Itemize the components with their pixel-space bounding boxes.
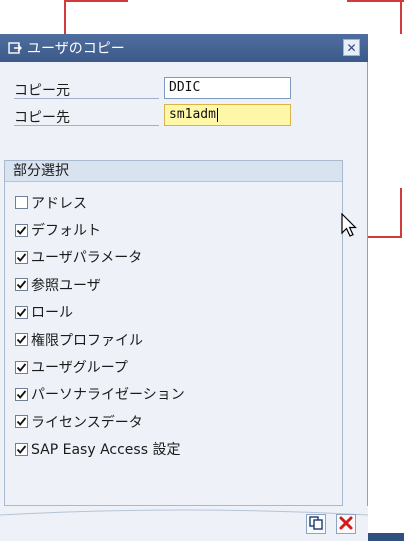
source-user-label: コピー元 <box>14 83 70 99</box>
checkbox-label: パーソナライゼーション <box>31 387 185 404</box>
dialog-titlebar[interactable]: ユーザのコピー ✕ <box>0 34 368 62</box>
close-icon: ✕ <box>346 40 357 55</box>
text-caret <box>216 107 218 122</box>
checkmark-icon <box>16 253 27 262</box>
source-user-row: コピー元 DDIC <box>14 77 354 101</box>
checkmark-icon <box>16 390 27 399</box>
checkbox-label: ロール <box>31 305 73 322</box>
mouse-cursor-icon <box>341 212 357 243</box>
target-user-input[interactable]: sm1adm <box>164 104 291 126</box>
checkbox-row[interactable]: ユーザグループ <box>15 353 185 380</box>
checkmark-icon <box>16 335 27 345</box>
dialog-footer <box>0 506 368 541</box>
checkbox[interactable] <box>15 278 28 292</box>
checkbox-row[interactable]: 権限プロファイル <box>15 326 185 353</box>
source-user-input[interactable]: DDIC <box>164 77 291 99</box>
checkmark-icon <box>16 226 27 235</box>
checkbox[interactable] <box>15 333 28 347</box>
target-user-value: sm1adm <box>169 107 216 122</box>
checkbox[interactable] <box>15 305 28 319</box>
checkbox-row[interactable]: ロール <box>15 299 185 326</box>
target-user-label: コピー先 <box>14 110 70 126</box>
dialog-title: ユーザのコピー <box>27 41 125 57</box>
checkbox[interactable] <box>15 223 28 237</box>
checkbox-label: SAP Easy Access 設定 <box>31 442 181 459</box>
close-button[interactable]: ✕ <box>343 39 360 56</box>
checkbox-label: 権限プロファイル <box>31 332 143 349</box>
label-underline <box>14 125 159 126</box>
checkmark-icon <box>16 362 27 372</box>
background-area <box>368 489 404 541</box>
cancel-button[interactable] <box>336 514 356 534</box>
checkbox-row[interactable]: パーソナライゼーション <box>15 381 185 408</box>
checkbox[interactable] <box>15 360 28 374</box>
annotation-line <box>400 188 402 238</box>
checkbox-label: ライセンスデータ <box>31 414 143 431</box>
checkmark-icon <box>16 417 27 427</box>
label-underline <box>14 98 159 99</box>
screen: ユーザのコピー ✕ コピー元 DDIC コピー先 sm1adm 部分選択 アドレ… <box>0 0 404 541</box>
checkbox-label: ユーザパラメータ <box>31 250 143 267</box>
checkbox[interactable] <box>15 250 28 264</box>
checkbox-label: 参照ユーザ <box>31 277 101 294</box>
checkbox[interactable] <box>15 387 28 401</box>
checkbox-row[interactable]: SAP Easy Access 設定 <box>15 436 185 463</box>
checkmark-icon <box>16 308 27 317</box>
dialog-window-icon <box>6 39 24 57</box>
checkbox[interactable] <box>15 196 28 210</box>
annotation-line <box>64 0 66 34</box>
checkbox-row[interactable]: 参照ユーザ <box>15 271 185 298</box>
target-user-row: コピー先 sm1adm <box>14 104 354 128</box>
checkbox[interactable] <box>15 415 28 429</box>
annotation-line <box>368 236 402 238</box>
checkbox-row[interactable]: ライセンスデータ <box>15 408 185 435</box>
checkbox-list: アドレスデフォルトユーザパラメータ 参照ユーザロール権限プロファイル ユーザグループ… <box>15 189 185 463</box>
checkbox-label: アドレス <box>31 195 87 212</box>
checkbox-label: デフォルト <box>31 223 101 240</box>
copy-icon <box>309 515 323 534</box>
checkbox-row[interactable]: ユーザパラメータ <box>15 244 185 271</box>
checkbox-row[interactable]: アドレス <box>15 189 185 216</box>
annotation-line <box>64 0 128 2</box>
annotation-line <box>400 0 402 34</box>
checkbox[interactable] <box>15 442 28 456</box>
checkbox-label: ユーザグループ <box>31 360 128 377</box>
copy-user-dialog: ユーザのコピー ✕ コピー元 DDIC コピー先 sm1adm 部分選択 アドレ… <box>0 34 368 541</box>
checkmark-icon <box>16 445 27 454</box>
checkmark-icon <box>16 280 27 290</box>
annotation-line <box>347 0 404 2</box>
checkbox-row[interactable]: デフォルト <box>15 216 185 243</box>
group-title: 部分選択 <box>5 161 342 182</box>
cancel-icon <box>339 515 353 534</box>
partial-selection-group: 部分選択 アドレスデフォルトユーザパラメータ 参照ユーザロール権限プロファイル ユー… <box>4 160 343 506</box>
copy-button[interactable] <box>306 514 326 534</box>
